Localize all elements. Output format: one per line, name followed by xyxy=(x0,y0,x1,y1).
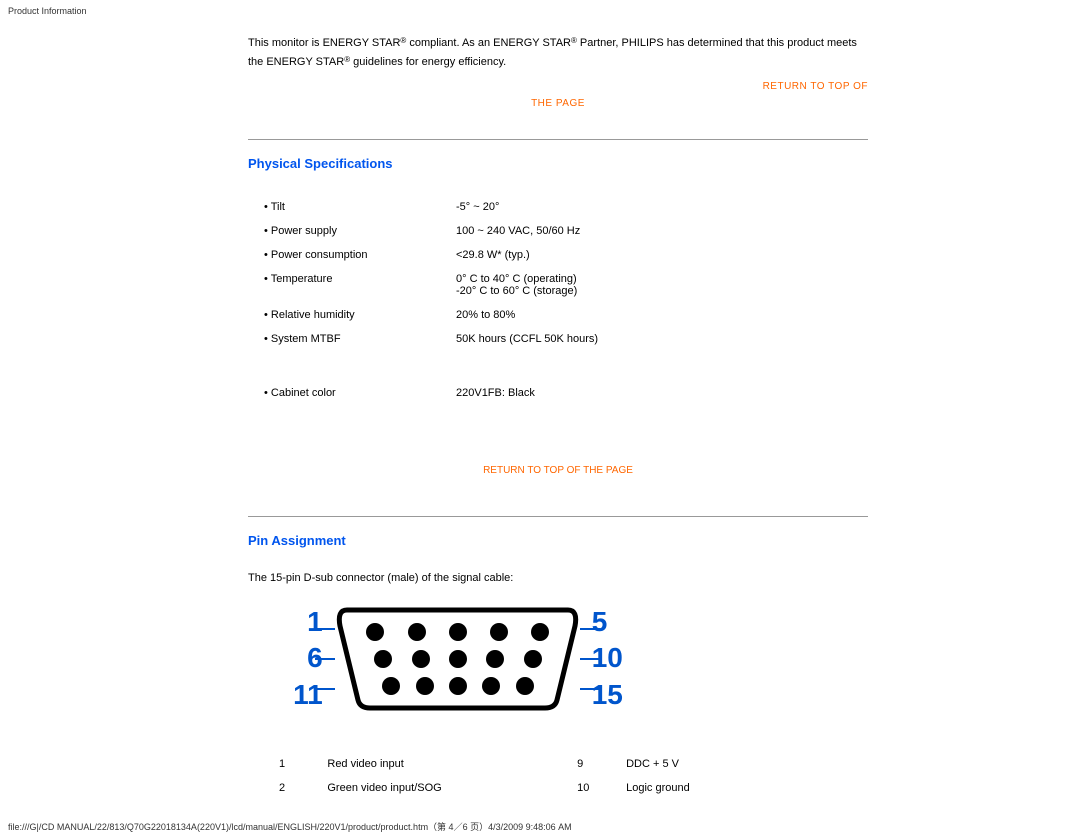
table-row: • Cabinet color220V1FB: Black xyxy=(258,381,604,405)
table-row: • Relative humidity20% to 80% xyxy=(258,303,604,327)
energy-star-text: This monitor is ENERGY STAR® compliant. … xyxy=(248,34,868,71)
table-row: • Tilt-5° ~ 20° xyxy=(258,195,604,219)
connector-diagram: 1 6 11 xyxy=(48,604,868,712)
table-row: • System MTBF50K hours (CCFL 50K hours) xyxy=(258,327,604,351)
divider xyxy=(248,139,868,140)
table-row: • Power supply100 ~ 240 VAC, 50/60 Hz xyxy=(258,219,604,243)
dsub-connector-icon xyxy=(335,604,580,712)
pin-table: 1 Red video input 9 DDC + 5 V 2 Green vi… xyxy=(273,752,868,800)
table-row: • Power consumption<29.8 W* (typ.) xyxy=(258,243,604,267)
pin-intro-text: The 15-pin D-sub connector (male) of the… xyxy=(248,572,868,584)
table-row xyxy=(258,351,604,381)
spec-table: • Tilt-5° ~ 20° • Power supply100 ~ 240 … xyxy=(258,195,604,405)
table-row: 1 Red video input 9 DDC + 5 V xyxy=(273,752,868,776)
return-top-link[interactable]: RETURN TO TOP OF THE PAGE xyxy=(248,81,868,109)
footer-path: file:///G|/CD MANUAL/22/813/Q70G22018134… xyxy=(8,820,1080,833)
pin-assignment-heading: Pin Assignment xyxy=(248,533,868,548)
table-row: 2 Green video input/SOG 10 Logic ground xyxy=(273,776,868,800)
physical-spec-heading: Physical Specifications xyxy=(248,156,868,171)
page-title: Product Information xyxy=(8,6,1080,16)
divider xyxy=(248,516,868,517)
table-row: • Temperature0° C to 40° C (operating) -… xyxy=(258,267,604,303)
return-top-link[interactable]: RETURN TO TOP OF THE PAGE xyxy=(248,465,868,476)
content-area: This monitor is ENERGY STAR® compliant. … xyxy=(48,20,868,800)
